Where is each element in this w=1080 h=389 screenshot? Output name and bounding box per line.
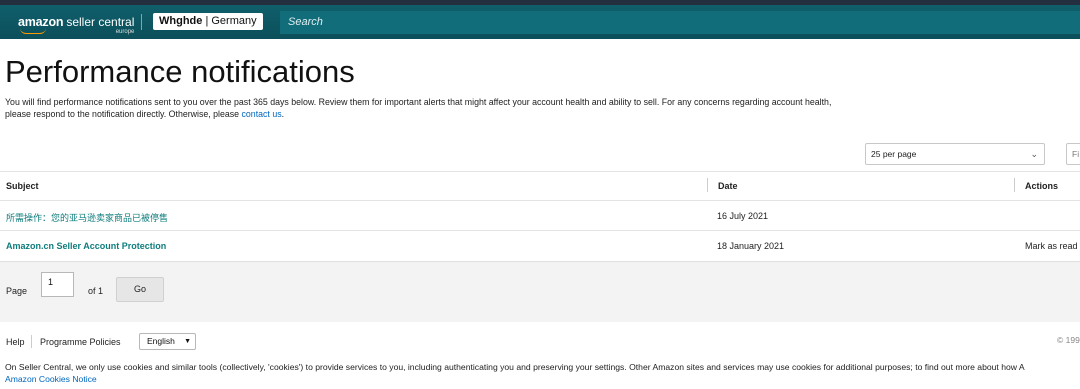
intro-text: You will find performance notifications … [5, 96, 845, 120]
store-name: Whghde [159, 15, 203, 27]
store-switcher[interactable]: Whghde | Germany [153, 13, 263, 30]
footer-separator [31, 335, 32, 348]
column-separator [707, 178, 708, 192]
cookie-notice-text: On Seller Central, we only use cookies a… [5, 362, 1025, 372]
chevron-down-icon: ⌄ [1030, 149, 1038, 159]
column-header-actions: Actions [1025, 181, 1059, 191]
per-page-value: 25 per page [871, 149, 917, 159]
notification-date: 18 January 2021 [717, 241, 785, 251]
per-page-select[interactable]: 25 per page ⌄ [865, 143, 1045, 165]
page-number-input[interactable]: 1 [41, 272, 74, 297]
mark-as-read-button[interactable]: Mark as read [1025, 241, 1078, 251]
seller-central-logo[interactable]: amazon seller central europe [18, 13, 135, 35]
copyright-text: © 199 [1057, 335, 1080, 345]
column-header-date: Date [718, 181, 738, 191]
intro-end: . [281, 109, 285, 119]
notification-subject-link[interactable]: Amazon.cn Seller Account Protection [6, 241, 166, 251]
logo-region: europe [115, 29, 135, 35]
row-border [0, 230, 1080, 231]
contact-us-link[interactable]: contact us [242, 109, 282, 119]
logo-brand: amazon [18, 15, 64, 29]
app-header: amazon seller central europe Whghde | Ger… [0, 5, 1080, 39]
header-divider [141, 14, 142, 30]
help-link[interactable]: Help [6, 337, 25, 347]
notification-date: 16 July 2021 [717, 211, 769, 221]
store-country: Germany [211, 15, 257, 27]
table-top-border [0, 171, 1080, 172]
column-separator [1014, 178, 1015, 192]
smile-arrow-icon [20, 28, 46, 34]
caret-down-icon: ▼ [184, 338, 191, 345]
row-border [0, 200, 1080, 201]
programme-policies-link[interactable]: Programme Policies [40, 337, 121, 347]
search-input[interactable]: Search [280, 11, 1080, 34]
language-value: English [147, 336, 175, 346]
filter-input[interactable]: Fi [1066, 143, 1080, 165]
go-button[interactable]: Go [116, 277, 164, 302]
column-header-subject: Subject [6, 181, 39, 191]
notification-subject-link[interactable]: 所需操作：您的亚马逊卖家商品已被停售 [6, 211, 168, 224]
intro-body: You will find performance notifications … [5, 97, 832, 119]
logo-product: seller central [66, 15, 135, 29]
page-label: Page [6, 286, 28, 296]
language-select[interactable]: English ▼ [139, 333, 196, 350]
cookies-notice-link[interactable]: Amazon Cookies Notice [5, 374, 97, 384]
page-count: of 1 [88, 286, 104, 296]
page-title: Performance notifications [5, 54, 355, 89]
